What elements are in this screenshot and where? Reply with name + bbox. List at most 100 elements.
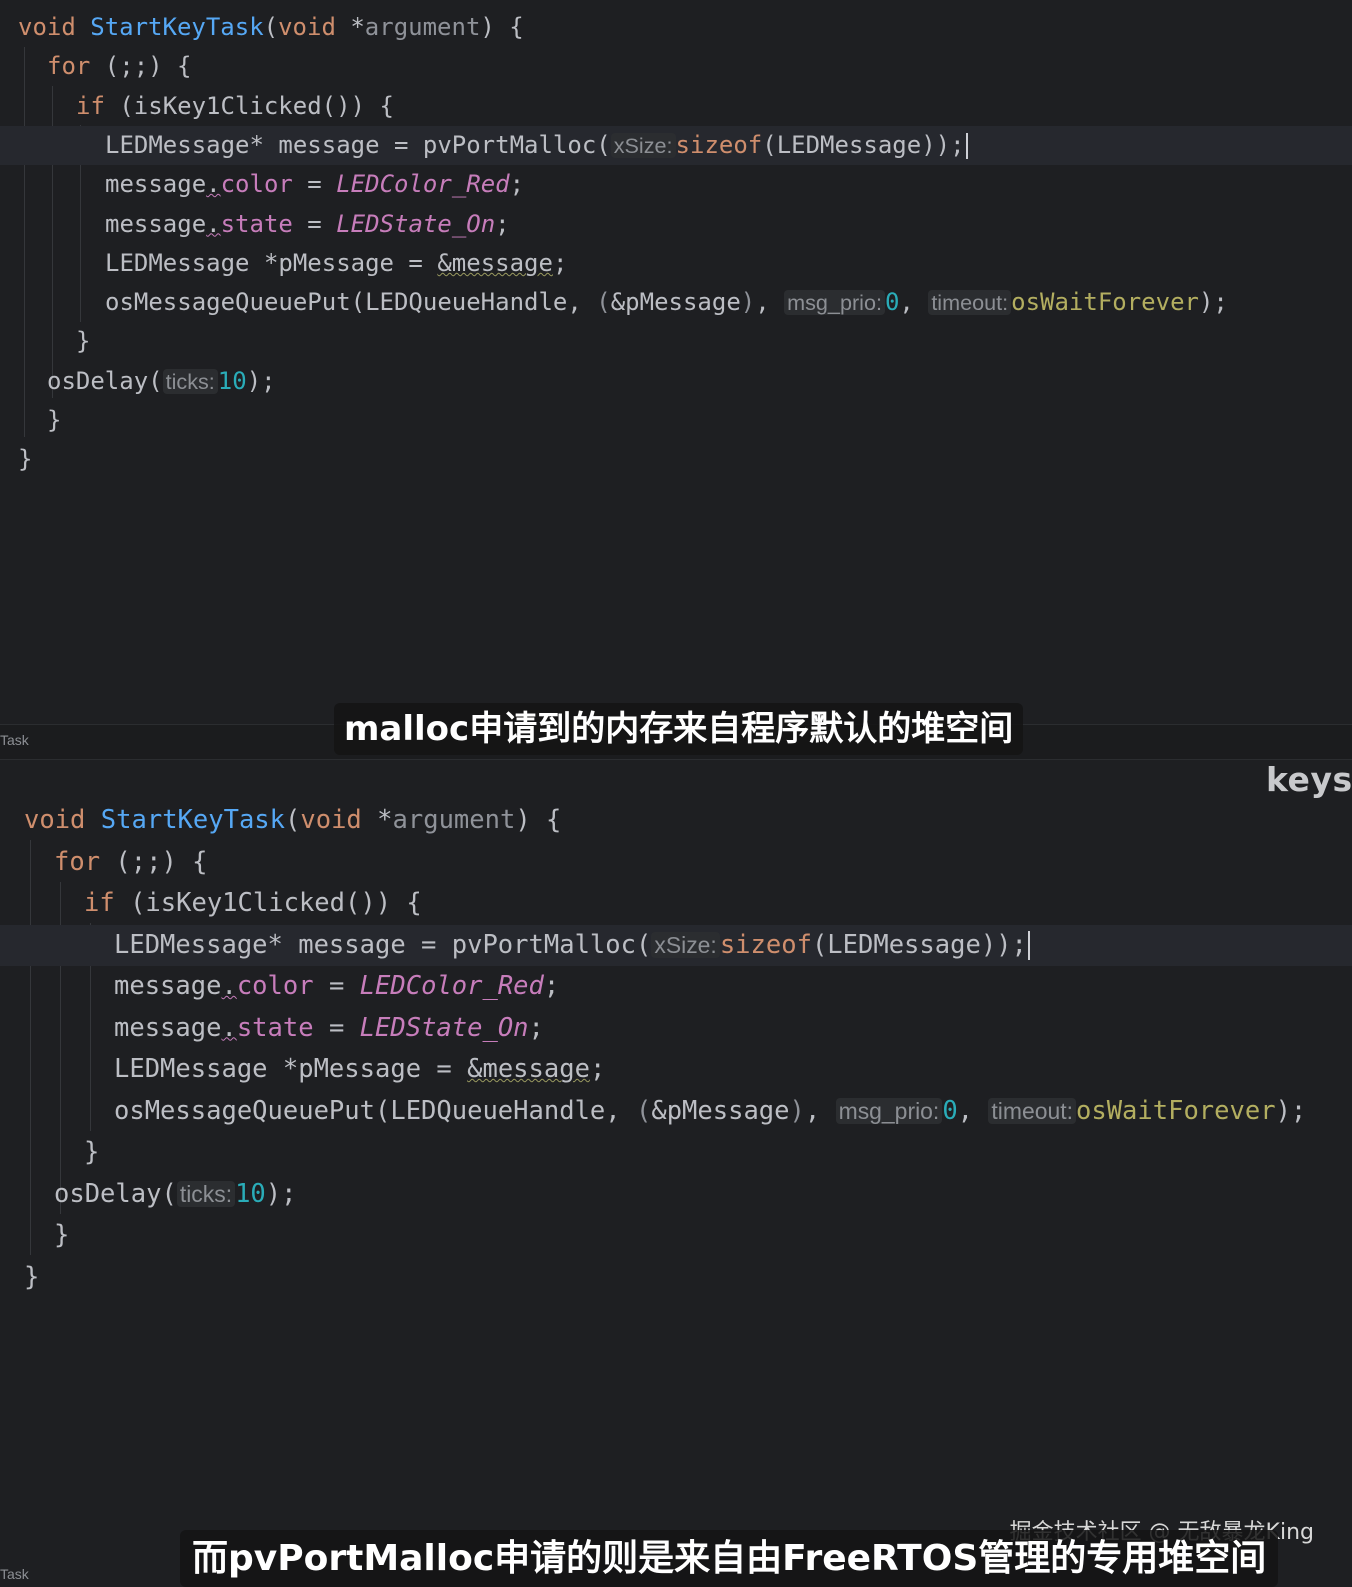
- code-token: ;: [528, 1012, 544, 1043]
- code-token: LEDColor_Red: [336, 170, 510, 199]
- code-token: StartKeyTask: [90, 13, 264, 41]
- code-token: }: [18, 445, 33, 474]
- code-token: (: [263, 13, 279, 41]
- code-token: );: [265, 1178, 297, 1209]
- code-token: }: [84, 1137, 100, 1167]
- code-line[interactable]: osMessageQueuePut(LEDQueueHandle, (&pMes…: [0, 1091, 1352, 1132]
- code-token: }: [54, 1220, 70, 1250]
- code-line[interactable]: if (isKey1Clicked()) {: [0, 883, 1352, 924]
- code-token: color: [236, 971, 314, 1001]
- status-label-bottom: Task: [0, 1566, 29, 1582]
- code-token: if: [76, 91, 105, 120]
- code-text: LEDMessage* message = pvPortMalloc(xSize…: [105, 126, 968, 165]
- code-line[interactable]: }: [0, 1215, 1352, 1256]
- code-token: void: [24, 805, 86, 835]
- parameter-hint: xSize:: [651, 931, 720, 958]
- code-text: }: [84, 1132, 99, 1173]
- code-line[interactable]: for (;;) {: [0, 47, 1352, 86]
- code-text: }: [47, 401, 61, 440]
- code-token: ;: [543, 971, 560, 1001]
- code-token: ): [740, 288, 756, 317]
- code-token: =: [313, 1012, 360, 1043]
- code-token: osDelay(: [54, 1178, 177, 1209]
- code-token: (LEDMessage));: [811, 929, 1027, 960]
- code-text: LEDMessage* message = pvPortMalloc(xSize…: [114, 925, 1030, 966]
- code-token: state: [236, 1012, 314, 1043]
- code-token: message: [105, 209, 207, 238]
- code-line[interactable]: osDelay(ticks: 10);: [0, 362, 1352, 401]
- code-line-current[interactable]: LEDMessage* message = pvPortMalloc(xSize…: [0, 125, 1352, 165]
- code-token: );: [246, 366, 276, 395]
- code-token: LEDState_On: [359, 1012, 529, 1043]
- code-token: LEDState_On: [336, 209, 496, 238]
- code-text: for (;;) {: [54, 842, 208, 883]
- code-token: (isKey1Clicked()) {: [114, 888, 422, 918]
- code-line[interactable]: osDelay(ticks: 10);: [0, 1174, 1352, 1215]
- code-token: (isKey1Clicked()) {: [104, 91, 394, 120]
- parameter-hint: timeout:: [988, 1097, 1076, 1124]
- code-text: void StartKeyTask(void *argument) {: [24, 800, 561, 841]
- code-token: .: [206, 170, 221, 199]
- code-line[interactable]: if (isKey1Clicked()) {: [0, 87, 1352, 126]
- parameter-hint: xSize:: [610, 132, 676, 158]
- code-line[interactable]: }: [0, 1257, 1352, 1298]
- code-text: message.color = LEDColor_Red;: [105, 165, 524, 204]
- code-token: =: [313, 971, 360, 1001]
- code-text: osDelay(ticks: 10);: [47, 362, 276, 401]
- code-token: void: [18, 13, 76, 41]
- code-line[interactable]: LEDMessage *pMessage = &message;: [0, 244, 1352, 283]
- code-text: }: [76, 322, 90, 361]
- parameter-hint: ticks:: [162, 368, 218, 394]
- code-token: message: [114, 1012, 222, 1043]
- code-text: void StartKeyTask(void *argument) {: [18, 8, 524, 47]
- code-token: ;: [552, 248, 568, 277]
- code-text: if (isKey1Clicked()) {: [84, 883, 422, 924]
- code-line[interactable]: }: [0, 322, 1352, 361]
- code-token: ,: [957, 1095, 989, 1126]
- code-token: ): [789, 1095, 805, 1126]
- code-token: *: [361, 805, 393, 835]
- code-token: void: [300, 805, 362, 835]
- code-line[interactable]: }: [0, 1132, 1352, 1173]
- code-token: LEDColor_Red: [359, 971, 544, 1001]
- code-text: message.color = LEDColor_Red;: [114, 966, 559, 1007]
- code-token: ,: [804, 1095, 836, 1126]
- code-token: 10: [235, 1178, 266, 1209]
- code-token: osMessageQueuePut(LEDQueueHandle,: [105, 288, 597, 317]
- subtitle-caption-top: malloc申请到的内存来自程序默认的堆空间: [334, 703, 1024, 755]
- code-text: LEDMessage *pMessage = &message;: [105, 244, 567, 283]
- code-line[interactable]: message.color = LEDColor_Red;: [0, 966, 1352, 1007]
- code-editor-top[interactable]: void StartKeyTask(void *argument) {for (…: [0, 0, 1352, 724]
- code-token: .: [206, 209, 221, 238]
- code-token: ,: [899, 288, 929, 317]
- code-token: &pMessage: [610, 288, 741, 317]
- code-token: message: [114, 971, 222, 1001]
- code-text: message.state = LEDState_On;: [114, 1008, 544, 1049]
- code-text: message.state = LEDState_On;: [105, 205, 510, 244]
- code-line[interactable]: osMessageQueuePut(LEDQueueHandle, (&pMes…: [0, 283, 1352, 322]
- code-line[interactable]: message.state = LEDState_On;: [0, 1008, 1352, 1049]
- code-token: ;: [509, 170, 525, 199]
- code-line[interactable]: LEDMessage *pMessage = &message;: [0, 1049, 1352, 1090]
- code-token: state: [220, 209, 293, 238]
- code-token: );: [1275, 1095, 1307, 1126]
- text-caret: [1027, 931, 1030, 960]
- code-line[interactable]: for (;;) {: [0, 842, 1352, 883]
- code-token: &pMessage: [651, 1095, 790, 1126]
- code-token: osWaitForever: [1011, 288, 1199, 317]
- code-line[interactable]: }: [0, 440, 1352, 479]
- code-editor-bottom[interactable]: void StartKeyTask(void *argument) {for (…: [0, 760, 1352, 1587]
- code-line[interactable]: message.state = LEDState_On;: [0, 205, 1352, 244]
- code-token: .: [221, 971, 237, 1001]
- code-text: for (;;) {: [47, 47, 192, 86]
- code-line[interactable]: void StartKeyTask(void *argument) {: [0, 800, 1352, 841]
- code-token: for: [54, 846, 101, 877]
- parameter-hint: msg_prio:: [784, 290, 885, 316]
- code-line[interactable]: message.color = LEDColor_Red;: [0, 165, 1352, 204]
- code-line[interactable]: void StartKeyTask(void *argument) {: [0, 8, 1352, 47]
- code-line-current[interactable]: LEDMessage* message = pvPortMalloc(xSize…: [0, 924, 1352, 966]
- code-line[interactable]: }: [0, 401, 1352, 440]
- file-tab-label[interactable]: keysk: [1266, 760, 1352, 799]
- code-token: osMessageQueuePut(LEDQueueHandle,: [114, 1095, 636, 1126]
- code-token: LEDMessage *pMessage =: [114, 1054, 468, 1084]
